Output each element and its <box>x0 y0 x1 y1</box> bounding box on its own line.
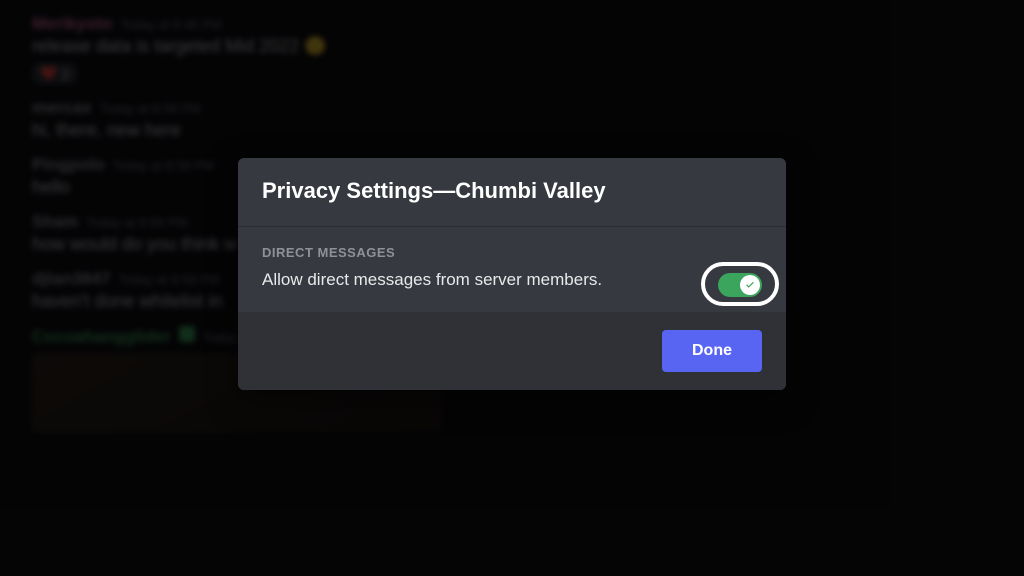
allow-dm-toggle[interactable] <box>718 273 762 297</box>
direct-messages-section: DIRECT MESSAGES Allow direct messages fr… <box>238 226 786 312</box>
toggle-knob <box>740 275 760 295</box>
done-button[interactable]: Done <box>662 330 762 372</box>
check-icon <box>744 279 756 291</box>
section-label: DIRECT MESSAGES <box>262 245 762 260</box>
allow-dm-description: Allow direct messages from server member… <box>262 270 762 290</box>
modal-title: Privacy Settings—Chumbi Valley <box>262 178 762 204</box>
privacy-settings-modal: Privacy Settings—Chumbi Valley DIRECT ME… <box>238 158 786 390</box>
toggle-container <box>718 273 762 297</box>
modal-footer: Done <box>238 312 786 390</box>
modal-header: Privacy Settings—Chumbi Valley <box>238 158 786 226</box>
